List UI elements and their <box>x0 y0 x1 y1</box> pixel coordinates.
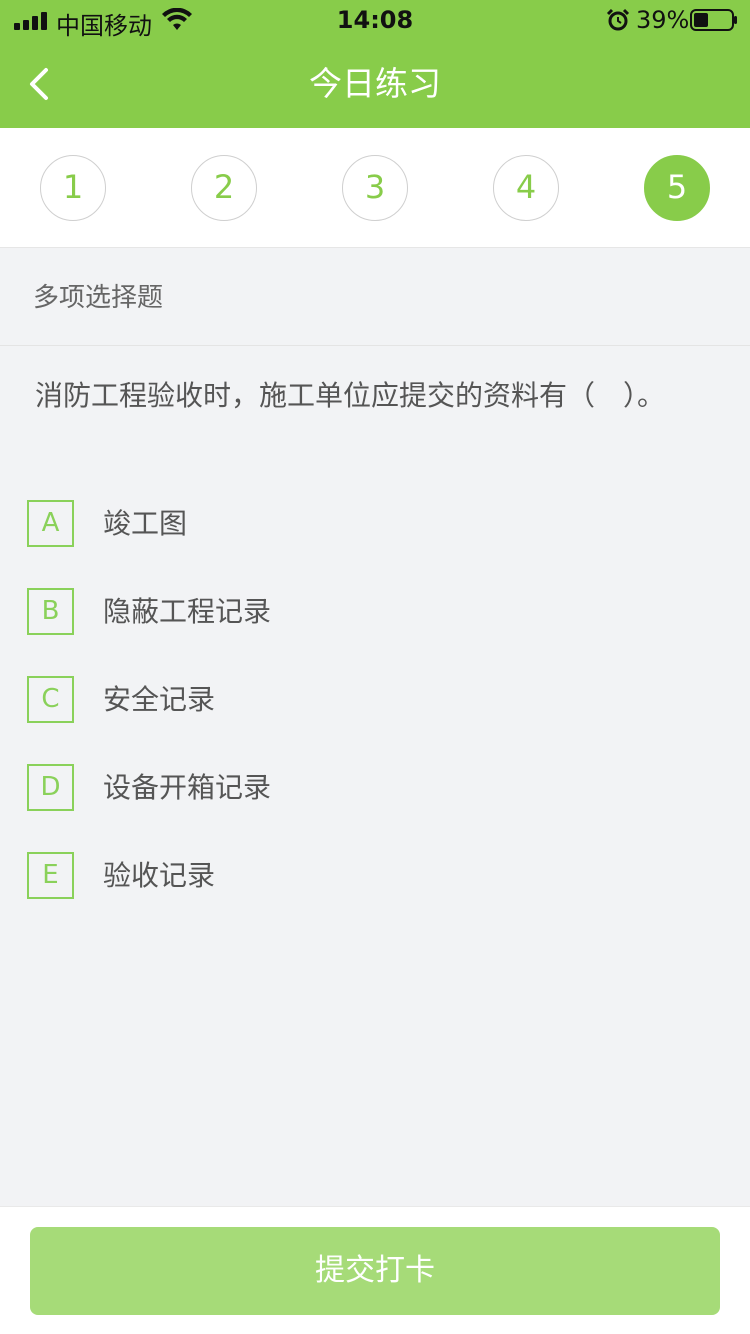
alarm-icon <box>606 8 630 31</box>
question-number-5[interactable]: 5 <box>644 155 710 221</box>
option-text: 隐蔽工程记录 <box>103 595 272 628</box>
bottom-bar: 提交打卡 <box>0 1206 750 1334</box>
option-c[interactable]: C 安全记录 <box>27 670 717 730</box>
option-letter: B <box>27 588 74 635</box>
option-e[interactable]: E 验收记录 <box>27 846 717 906</box>
option-letter: D <box>27 764 74 811</box>
option-a[interactable]: A 竣工图 <box>27 494 717 554</box>
question-number-strip: 1 2 3 4 5 <box>0 128 750 248</box>
battery-icon <box>690 9 737 31</box>
question-number-2[interactable]: 2 <box>191 155 257 221</box>
option-text: 竣工图 <box>103 507 188 540</box>
page-title: 今日练习 <box>309 64 441 103</box>
question-type-bar: 多项选择题 <box>0 248 750 346</box>
question-number-3[interactable]: 3 <box>342 155 408 221</box>
option-d[interactable]: D 设备开箱记录 <box>27 758 717 818</box>
option-text: 验收记录 <box>103 859 216 892</box>
option-letter: C <box>27 676 74 723</box>
question-number-4[interactable]: 4 <box>493 155 559 221</box>
question-text: 消防工程验收时，施工单位应提交的资料有（ ）。 <box>35 379 666 412</box>
submit-checkin-button[interactable]: 提交打卡 <box>30 1227 720 1315</box>
option-text: 安全记录 <box>103 683 216 716</box>
option-text: 设备开箱记录 <box>103 771 272 804</box>
option-b[interactable]: B 隐蔽工程记录 <box>27 582 717 642</box>
nav-bar: 今日练习 <box>0 40 750 128</box>
option-letter: E <box>27 852 74 899</box>
question-type-label: 多项选择题 <box>33 283 164 313</box>
status-bar: 中国移动 14:08 39% <box>0 0 750 40</box>
battery-percent: 39% <box>636 6 690 34</box>
question-number-1[interactable]: 1 <box>40 155 106 221</box>
option-letter: A <box>27 500 74 547</box>
header-area: 中国移动 14:08 39% 今日练习 <box>0 0 750 128</box>
